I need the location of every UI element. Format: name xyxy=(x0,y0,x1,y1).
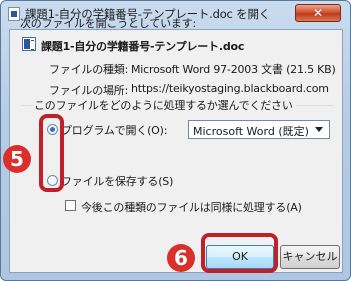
close-button[interactable]: ✕ xyxy=(295,4,341,22)
program-select[interactable]: Microsoft Word (既定) xyxy=(188,120,330,139)
remember-label[interactable]: 今後この種類のファイルは同様に処理する(A) xyxy=(81,199,302,215)
chevron-down-icon xyxy=(315,127,323,132)
file-open-dialog: 課題1-自分の学籍番号-テンプレート.doc を開く ✕ 次のファイルを開こうと… xyxy=(0,0,351,281)
prompt-text: 次のファイルを開こうとしています: xyxy=(20,17,196,30)
step6-highlight xyxy=(201,233,278,273)
file-name: 課題1-自分の学籍番号-テンプレート.doc xyxy=(41,40,245,53)
step5-callout: 5 xyxy=(3,145,31,173)
file-type-value: Microsoft Word 97-2003 文書 (21.5 KB) xyxy=(131,63,336,76)
file-location-label: ファイルの場所: xyxy=(49,84,129,97)
window-icon xyxy=(8,7,20,21)
remember-checkbox[interactable] xyxy=(65,200,76,211)
step5-highlight xyxy=(39,114,64,192)
open-with-label[interactable]: プログラムで開く(O): xyxy=(61,122,167,138)
word-document-icon xyxy=(22,37,36,51)
action-question: このファイルをどのように処理するか選んでください xyxy=(34,97,296,113)
program-select-value: Microsoft Word (既定) xyxy=(193,125,309,138)
file-location-value: https://teikyostaging.blackboard.com xyxy=(131,82,329,95)
save-file-label[interactable]: ファイルを保存する(S) xyxy=(61,173,173,189)
step6-callout: 6 xyxy=(167,244,195,272)
file-type-label: ファイルの種類: xyxy=(49,63,129,76)
cancel-button[interactable]: キャンセル xyxy=(280,245,340,269)
